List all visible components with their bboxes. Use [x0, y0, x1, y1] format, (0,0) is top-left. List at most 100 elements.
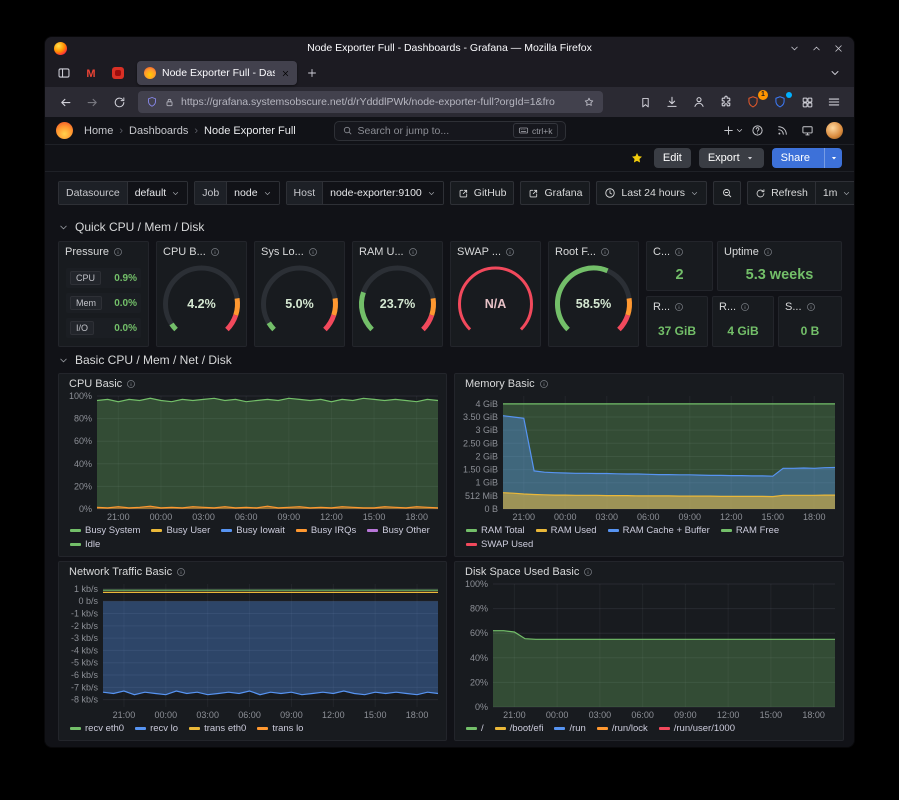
legend-item[interactable]: recv lo — [135, 722, 178, 735]
time-range-picker[interactable]: Last 24 hours — [596, 181, 707, 205]
tab-close-button[interactable] — [281, 69, 290, 78]
info-icon[interactable] — [176, 567, 186, 577]
panel-cpu-basic[interactable]: CPU Basic 100%80%60%40%20%0%21:0000:0003… — [58, 373, 447, 557]
legend-item[interactable]: RAM Free — [721, 524, 779, 537]
info-icon[interactable] — [308, 247, 318, 257]
panel-ram-total-stat[interactable]: R... 4 GiB — [712, 296, 774, 347]
share-caret-button[interactable] — [824, 148, 842, 168]
job-picker[interactable]: Job node — [194, 181, 279, 205]
password-extension-button[interactable] — [767, 90, 793, 114]
info-icon[interactable] — [126, 379, 136, 389]
breadcrumb-dashboards[interactable]: Dashboards — [129, 125, 188, 137]
panel-memory-basic[interactable]: Memory Basic 4 GiB3.50 GiB3 GiB2.50 GiB2… — [454, 373, 844, 557]
info-icon[interactable] — [763, 247, 773, 257]
info-icon[interactable] — [674, 302, 684, 312]
legend-item[interactable]: /run/lock — [597, 722, 648, 735]
grafana-logo-icon[interactable] — [56, 122, 73, 139]
info-icon[interactable] — [505, 247, 515, 257]
user-avatar[interactable] — [826, 122, 843, 139]
panel-ram-used-gauge[interactable]: RAM U... 23.7% — [352, 241, 443, 347]
browser-tab-active[interactable]: Node Exporter Full - Dashbo — [137, 61, 297, 85]
datasource-picker[interactable]: Datasource default — [58, 181, 188, 205]
firefox-view-button[interactable] — [52, 62, 76, 84]
panel-disk-space-basic[interactable]: Disk Space Used Basic 100%80%60%40%20%0%… — [454, 561, 844, 741]
info-icon[interactable] — [740, 302, 750, 312]
host-picker[interactable]: Host node-exporter:9100 — [286, 181, 444, 205]
add-button[interactable] — [721, 119, 744, 142]
pocket-button[interactable] — [632, 90, 658, 114]
zoom-out-button[interactable] — [713, 181, 741, 205]
info-icon[interactable] — [583, 567, 593, 577]
panel-uptime-stat[interactable]: Uptime 5.3 weeks — [717, 241, 842, 291]
list-tabs-button[interactable] — [823, 62, 847, 84]
grafana-link-button[interactable]: Grafana — [520, 181, 590, 205]
legend-item[interactable]: trans eth0 — [189, 722, 246, 735]
chart-canvas[interactable]: 1 kb/s0 b/s-1 kb/s-2 kb/s-3 kb/s-4 kb/s-… — [63, 580, 442, 721]
adblocker-extension-button[interactable]: 1 — [740, 90, 766, 114]
forward-button[interactable] — [79, 90, 105, 114]
legend-item[interactable]: SWAP Used — [466, 538, 533, 551]
info-icon[interactable] — [210, 247, 220, 257]
legend-item[interactable]: RAM Total — [466, 524, 525, 537]
account-button[interactable] — [686, 90, 712, 114]
github-link-button[interactable]: GitHub — [450, 181, 515, 205]
lock-icon[interactable] — [164, 97, 175, 108]
legend-item[interactable]: RAM Cache + Buffer — [608, 524, 710, 537]
window-close-button[interactable] — [831, 41, 845, 55]
legend-item[interactable]: Busy User — [151, 524, 210, 537]
legend-item[interactable]: RAM Used — [536, 524, 597, 537]
legend-item[interactable]: Busy IRQs — [296, 524, 356, 537]
panel-sys-load-gauge[interactable]: Sys Lo... 5.0% — [254, 241, 345, 347]
window-maximize-button[interactable] — [809, 41, 823, 55]
back-button[interactable] — [52, 90, 78, 114]
legend-item[interactable]: /run/user/1000 — [659, 722, 735, 735]
legend-item[interactable]: trans lo — [257, 722, 303, 735]
chart-canvas[interactable]: 100%80%60%40%20%0%21:0000:0003:0006:0009… — [63, 392, 442, 523]
info-icon[interactable] — [539, 379, 549, 389]
chart-canvas[interactable]: 4 GiB3.50 GiB3 GiB2.50 GiB2 GiB1.50 GiB1… — [459, 392, 839, 523]
bookmark-star-icon[interactable] — [583, 96, 595, 108]
reload-button[interactable] — [106, 90, 132, 114]
panel-swap-total-stat[interactable]: S... 0 B — [778, 296, 842, 347]
extensions-button[interactable] — [713, 90, 739, 114]
help-button[interactable] — [746, 119, 769, 142]
section-quick-toggle[interactable]: Quick CPU / Mem / Disk — [58, 219, 204, 235]
info-icon[interactable] — [600, 247, 610, 257]
info-icon[interactable] — [806, 302, 816, 312]
legend-item[interactable]: /boot/efi — [495, 722, 544, 735]
new-tab-button[interactable] — [300, 62, 324, 84]
section-basic-toggle[interactable]: Basic CPU / Mem / Net / Disk — [58, 352, 232, 368]
containers-extension-button[interactable] — [794, 90, 820, 114]
legend-item[interactable]: recv eth0 — [70, 722, 124, 735]
window-minimize-button[interactable] — [787, 41, 801, 55]
pinned-tab-gmail[interactable] — [79, 62, 103, 84]
info-icon[interactable] — [674, 247, 684, 257]
info-icon[interactable] — [113, 247, 123, 257]
favorite-star-button[interactable] — [630, 151, 644, 165]
chart-canvas[interactable]: 100%80%60%40%20%0%21:0000:0003:0006:0009… — [459, 580, 839, 721]
breadcrumb-home[interactable]: Home — [84, 125, 113, 137]
url-bar[interactable]: https://grafana.systemsobscure.net/d/rYd… — [138, 91, 603, 113]
share-button[interactable]: Share — [772, 148, 842, 168]
display-button[interactable] — [796, 119, 819, 142]
panel-cpu-cores-stat[interactable]: C... 2 — [646, 241, 713, 291]
tracking-shield-icon[interactable] — [146, 96, 158, 108]
legend-item[interactable]: / — [466, 722, 484, 735]
panel-cpu-busy-gauge[interactable]: CPU B... 4.2% — [156, 241, 247, 347]
panel-rootfs-used-gauge[interactable]: Root F... 58.5% — [548, 241, 639, 347]
news-button[interactable] — [771, 119, 794, 142]
menu-button[interactable] — [821, 90, 847, 114]
panel-pressure[interactable]: Pressure CPU0.9% Mem0.0% I/O0.0% — [58, 241, 149, 347]
legend-item[interactable]: Busy Other — [367, 524, 430, 537]
refresh-interval-picker[interactable]: 1m — [815, 181, 854, 205]
legend-item[interactable]: Idle — [70, 538, 100, 551]
panel-swap-used-gauge[interactable]: SWAP ... N/A — [450, 241, 541, 347]
downloads-button[interactable] — [659, 90, 685, 114]
edit-button[interactable]: Edit — [654, 148, 691, 168]
pinned-tab-app[interactable] — [106, 62, 130, 84]
dashboard-search-input[interactable]: Search or jump to... ctrl+k — [334, 121, 566, 141]
url-text[interactable]: https://grafana.systemsobscure.net/d/rYd… — [181, 96, 577, 108]
panel-network-traffic-basic[interactable]: Network Traffic Basic 1 kb/s0 b/s-1 kb/s… — [58, 561, 447, 741]
export-button[interactable]: Export — [699, 148, 764, 168]
refresh-button[interactable]: Refresh — [747, 181, 815, 205]
